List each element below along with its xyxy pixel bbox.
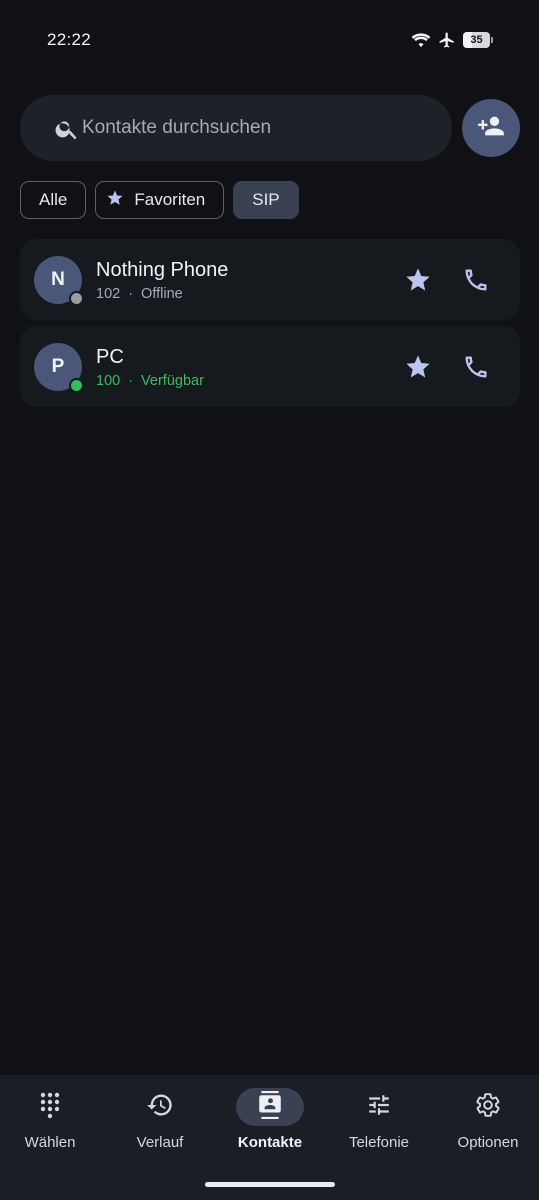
nav-label: Telefonie <box>348 1134 410 1151</box>
avatar: P <box>34 343 84 393</box>
call-phone-icon[interactable] <box>462 353 490 381</box>
filter-chip-sip-label: SIP <box>252 190 280 209</box>
separator: · <box>128 286 134 302</box>
status-icons: 35 <box>411 30 493 50</box>
presence-dot <box>69 291 84 306</box>
contact-item[interactable]: N Nothing Phone 102 · Offline <box>20 239 520 320</box>
contact-status-text: Offline <box>141 286 183 302</box>
airplane-icon <box>438 31 456 49</box>
person-add-icon <box>477 112 505 145</box>
add-contact-button[interactable] <box>462 99 520 157</box>
presence-dot <box>69 378 84 393</box>
nav-item-history[interactable]: Verlauf <box>110 1088 210 1158</box>
star-icon <box>106 189 124 212</box>
search-bar[interactable] <box>20 95 452 161</box>
gear-icon <box>475 1092 501 1123</box>
status-bar: 22:22 35 <box>0 0 539 80</box>
avatar-initial: P <box>51 356 65 377</box>
avatar-initial: N <box>51 269 65 290</box>
avatar: N <box>34 256 84 306</box>
active-indicator <box>236 1088 304 1126</box>
call-phone-icon[interactable] <box>462 266 490 294</box>
wifi-icon <box>411 32 431 48</box>
nav-item-options[interactable]: Optionen <box>438 1088 538 1158</box>
nav-label: Verlauf <box>136 1134 184 1151</box>
filter-chip-all-label: Alle <box>39 190 68 209</box>
history-icon <box>146 1091 174 1124</box>
nav-item-telephony[interactable]: Telefonie <box>329 1088 429 1158</box>
nav-label: Optionen <box>457 1134 519 1151</box>
filter-chip-favorites[interactable]: Favoriten <box>95 181 225 219</box>
status-time: 22:22 <box>47 30 92 49</box>
filter-chip-favorites-label: Favoriten <box>134 190 206 209</box>
contact-list: N Nothing Phone 102 · Offline P PC 100 ·… <box>20 239 520 413</box>
battery-icon: 35 <box>463 32 493 48</box>
nav-label: Kontakte <box>237 1134 303 1151</box>
filter-chips: Alle Favoriten SIP <box>20 181 299 219</box>
contact-status-text: Verfügbar <box>141 373 204 389</box>
nav-item-dial[interactable]: Wählen <box>0 1088 100 1158</box>
contact-extension: 100 <box>96 373 121 389</box>
separator: · <box>128 373 134 389</box>
contact-item[interactable]: P PC 100 · Verfügbar <box>20 326 520 407</box>
contact-status: 102 · Offline <box>96 286 183 302</box>
filter-chip-sip[interactable]: SIP <box>233 181 299 219</box>
contacts-icon <box>257 1090 283 1124</box>
nav-label: Wählen <box>24 1134 76 1151</box>
search-input[interactable] <box>82 95 422 161</box>
favorite-star-icon[interactable] <box>404 353 432 381</box>
contact-name: Nothing Phone <box>96 259 229 281</box>
contact-status: 100 · Verfügbar <box>96 373 204 389</box>
nav-item-contacts[interactable]: Kontakte <box>220 1088 320 1158</box>
dialpad-icon <box>38 1091 62 1124</box>
contact-extension: 102 <box>96 286 121 302</box>
home-indicator[interactable] <box>205 1182 335 1187</box>
favorite-star-icon[interactable] <box>404 266 432 294</box>
battery-level: 35 <box>470 34 483 46</box>
sliders-icon <box>366 1092 392 1123</box>
search-icon <box>54 116 80 142</box>
contact-name: PC <box>96 346 124 368</box>
filter-chip-all[interactable]: Alle <box>20 181 87 219</box>
